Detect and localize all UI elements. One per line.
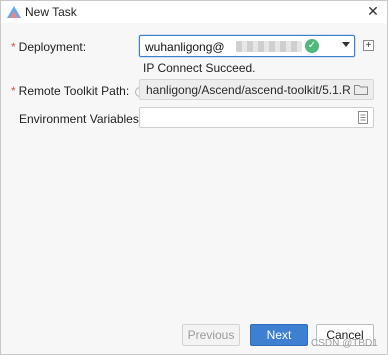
remote-toolkit-path-value: hanligong/Ascend/ascend-toolkit/5.1.RC2/… — [146, 83, 351, 97]
required-mark: * — [11, 40, 16, 54]
watermark: CSDN @TBD1 — [311, 338, 378, 349]
deployment-value: wuhanligong@ — [145, 40, 225, 54]
deployment-select[interactable]: wuhanligong@ ✓ — [139, 35, 355, 57]
environment-variables-label: Environment Variables:? — [19, 112, 159, 126]
dialog-title: New Task — [25, 5, 77, 19]
plus-icon[interactable]: + — [363, 40, 374, 51]
logo-icon — [7, 6, 21, 18]
connect-status: IP Connect Succeed. — [143, 61, 256, 75]
folder-icon[interactable] — [354, 84, 368, 95]
environment-variables-field[interactable] — [139, 107, 374, 128]
close-icon[interactable]: ✕ — [365, 3, 381, 19]
check-icon: ✓ — [305, 39, 319, 53]
remote-toolkit-path-field[interactable]: hanligong/Ascend/ascend-toolkit/5.1.RC2/… — [139, 79, 374, 100]
new-task-dialog: New Task ✕ * Deployment: wuhanligong@ ✓ +… — [0, 0, 388, 355]
masked-address — [236, 41, 302, 52]
required-mark: * — [11, 84, 16, 98]
deployment-label: * Deployment: — [11, 40, 87, 54]
document-icon[interactable] — [358, 111, 368, 124]
remote-toolkit-path-label: *Remote Toolkit Path:? — [11, 84, 146, 98]
chevron-down-icon[interactable] — [342, 42, 350, 47]
previous-button[interactable]: Previous — [182, 324, 240, 346]
title-bar: New Task ✕ — [1, 1, 387, 23]
next-button[interactable]: Next — [250, 324, 308, 346]
